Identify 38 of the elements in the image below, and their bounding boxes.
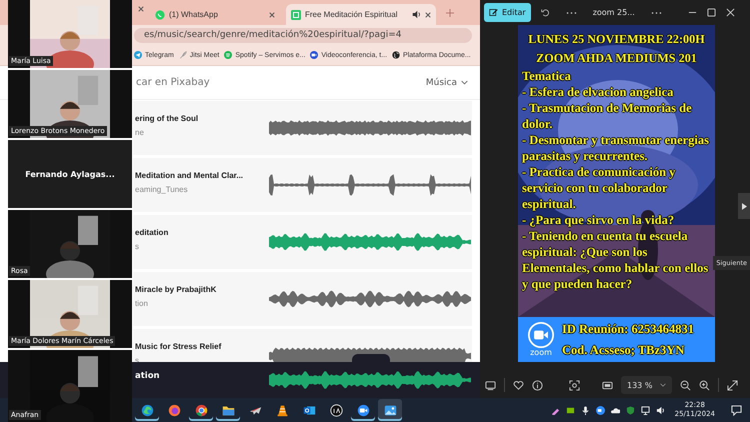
- poster-text: Tematica: [522, 68, 572, 84]
- poster-text: - Esfera de elvacion angelica: [522, 84, 674, 100]
- track-title: Music for Stress Relief: [135, 342, 222, 350]
- track-artist: s: [135, 242, 140, 250]
- track-title: ation: [135, 371, 161, 381]
- poster-heading: LUNES 25 NOVIEMBRE 22:00H: [527, 31, 706, 48]
- track-row[interactable]: Meditation and Mental Clar... eaming_Tunes: [133, 158, 472, 212]
- poster-text: - Trasmutacion de Memorias de dolor.: [522, 100, 693, 132]
- window-title: zoom 25...: [592, 8, 635, 17]
- browser-tab[interactable]: Free Meditación Espiritual: [286, 4, 436, 25]
- track-title: editation: [135, 228, 170, 236]
- poster-text: - Desmontar y transmutar energias parasitas y recurrentes.: [522, 132, 710, 164]
- track-title: Miracle by PrabajithK: [135, 284, 218, 294]
- participant-name: Fernando Aylagas...: [25, 170, 115, 178]
- tab-title: Free Meditación Espiritual: [305, 10, 398, 19]
- track-row[interactable]: Miracle by PrabajithK tion: [133, 272, 472, 326]
- track-artist: tion: [135, 298, 149, 308]
- search-field[interactable]: car en Pixabay: [134, 76, 426, 89]
- zoom-dropdown[interactable]: 133 %: [621, 376, 672, 394]
- track-title: ering of the Soul: [135, 114, 200, 122]
- track-artist: eaming_Tunes: [135, 184, 189, 194]
- poster-text: - Teniendo en cuenta tu escuela espiritual: ¿Que son los Elementales, como hablar con ellos y que pueden hacer?: [522, 228, 710, 292]
- track-artist: ne: [135, 128, 145, 136]
- track-title: Meditation and Mental Clar...: [135, 170, 244, 180]
- poster-text: - ¿Para que sirvo en la vida?: [522, 212, 676, 228]
- poster-text: - Practica de comunicación y servicio con tu colaborador espiritual.: [522, 164, 676, 212]
- access-code: Cod. Acsseso; TBz3YN: [562, 342, 686, 358]
- edit-button[interactable]: Editar: [484, 3, 531, 22]
- track-row[interactable]: editation s: [133, 215, 472, 269]
- poster-heading: ZOOM AHDA MEDIUMS 201: [535, 50, 698, 67]
- browser-tab[interactable]: (1) WhatsApp: [150, 4, 280, 25]
- track-row[interactable]: ering of the Soul ne: [133, 101, 472, 155]
- address-field[interactable]: es/music/search/genre/meditación%20espiritual/?pagi=4: [134, 28, 472, 42]
- video-tile[interactable]: Fernando Aylagas...: [8, 140, 132, 208]
- logo-text: zoom: [530, 348, 552, 357]
- meeting-id: ID Reunión: 6253464831: [562, 322, 694, 336]
- category-dropdown[interactable]: Música: [426, 78, 468, 88]
- tab-title: (1) WhatsApp: [169, 10, 219, 19]
